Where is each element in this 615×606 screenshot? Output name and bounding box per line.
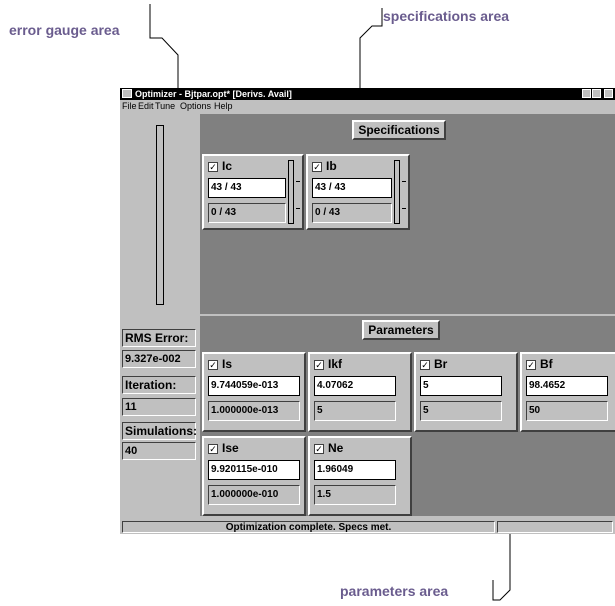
param-ise-name: Ise	[222, 441, 239, 455]
param-card-ise[interactable]: ✓ Ise 9.920115e-010 1.000000e-010	[202, 436, 306, 516]
param-is-sub: 1.000000e-013	[208, 401, 300, 421]
parameters-area: Parameters ✓ Is 9.744059e-013 1.000000e-…	[200, 316, 615, 516]
spec-ic-name: Ic	[222, 159, 233, 173]
spec-ib-tick-bottom	[402, 208, 406, 209]
parameters-heading: Parameters	[362, 320, 440, 340]
menu-edit[interactable]: Edit	[138, 100, 154, 112]
spec-ib-sub: 0 / 43	[312, 203, 392, 223]
minimize-button[interactable]	[582, 89, 591, 98]
param-ikf-name: Ikf	[328, 357, 343, 371]
menu-tune[interactable]: Tune	[155, 100, 175, 112]
spec-ic-sub: 0 / 43	[208, 203, 286, 223]
param-ise-checkbox[interactable]: ✓	[208, 444, 218, 454]
menu-file[interactable]: File	[122, 100, 137, 112]
specifications-heading: Specifications	[352, 120, 446, 140]
param-ikf-value[interactable]: 4.07062	[314, 376, 396, 396]
spec-ic-bar	[288, 160, 294, 224]
param-br-name: Br	[434, 357, 448, 371]
spec-ib-bar	[394, 160, 400, 224]
optimizer-window: Optimizer - Bjtpar.opt* [Derivs. Avail] …	[120, 88, 615, 534]
spec-ic-value[interactable]: 43 / 43	[208, 178, 286, 198]
spec-ib-checkbox[interactable]: ✓	[312, 162, 322, 172]
param-ne-value[interactable]: 1.96049	[314, 460, 396, 480]
param-br-sub: 5	[420, 401, 502, 421]
param-bf-name: Bf	[540, 357, 553, 371]
spec-ib-name: Ib	[326, 159, 337, 173]
param-is-value[interactable]: 9.744059e-013	[208, 376, 300, 396]
param-ne-checkbox[interactable]: ✓	[314, 444, 324, 454]
param-is-name: Is	[222, 357, 233, 371]
param-ne-name: Ne	[328, 441, 344, 455]
param-bf-sub: 50	[526, 401, 608, 421]
maximize-button[interactable]	[592, 89, 601, 98]
close-button[interactable]	[604, 89, 613, 98]
status-bar: Optimization complete. Specs met.	[120, 520, 615, 534]
spec-ic-checkbox[interactable]: ✓	[208, 162, 218, 172]
menu-help[interactable]: Help	[214, 100, 233, 112]
simulations-value: 40	[122, 442, 196, 460]
spec-ic-tick-bottom	[296, 208, 300, 209]
rms-error-value: 9.327e-002	[122, 350, 196, 368]
spec-ib-value[interactable]: 43 / 43	[312, 178, 392, 198]
param-ikf-sub: 5	[314, 401, 396, 421]
error-gauge	[156, 125, 164, 305]
spec-ic-tick-top	[296, 181, 300, 182]
param-is-checkbox[interactable]: ✓	[208, 360, 218, 370]
menu-bar: File Edit Tune Options Help	[120, 100, 615, 112]
title-bar: Optimizer - Bjtpar.opt* [Derivs. Avail]	[120, 88, 615, 100]
param-br-checkbox[interactable]: ✓	[420, 360, 430, 370]
simulations-label: Simulations:	[122, 422, 197, 440]
menu-options[interactable]: Options	[180, 100, 211, 112]
param-card-br[interactable]: ✓ Br 5 5	[414, 352, 518, 432]
iteration-label: Iteration:	[122, 376, 196, 394]
app-icon[interactable]	[122, 89, 132, 98]
spec-ib-tick-top	[402, 181, 406, 182]
iteration-value: 11	[122, 398, 196, 416]
rms-error-label: RMS Error:	[122, 329, 196, 347]
status-secondary-pane	[497, 521, 613, 533]
param-br-value[interactable]: 5	[420, 376, 502, 396]
param-ise-sub: 1.000000e-010	[208, 485, 300, 505]
param-ikf-checkbox[interactable]: ✓	[314, 360, 324, 370]
spec-card-ic[interactable]: ✓ Ic 43 / 43 0 / 43	[202, 154, 304, 230]
spec-card-ib[interactable]: ✓ Ib 43 / 43 0 / 43	[306, 154, 410, 230]
param-card-bf[interactable]: ✓ Bf 98.4652 50	[520, 352, 615, 432]
param-card-ne[interactable]: ✓ Ne 1.96049 1.5	[308, 436, 412, 516]
param-card-ikf[interactable]: ✓ Ikf 4.07062 5	[308, 352, 412, 432]
param-card-is[interactable]: ✓ Is 9.744059e-013 1.000000e-013	[202, 352, 306, 432]
status-message: Optimization complete. Specs met.	[122, 521, 495, 533]
param-ne-sub: 1.5	[314, 485, 396, 505]
param-bf-checkbox[interactable]: ✓	[526, 360, 536, 370]
specifications-area: Specifications ✓ Ic 43 / 43 0 / 43 ✓ Ib …	[200, 114, 615, 314]
param-bf-value[interactable]: 98.4652	[526, 376, 608, 396]
error-gauge-panel: RMS Error: 9.327e-002 Iteration: 11 Simu…	[120, 112, 198, 520]
window-title: Optimizer - Bjtpar.opt* [Derivs. Avail]	[135, 89, 292, 99]
param-ise-value[interactable]: 9.920115e-010	[208, 460, 300, 480]
